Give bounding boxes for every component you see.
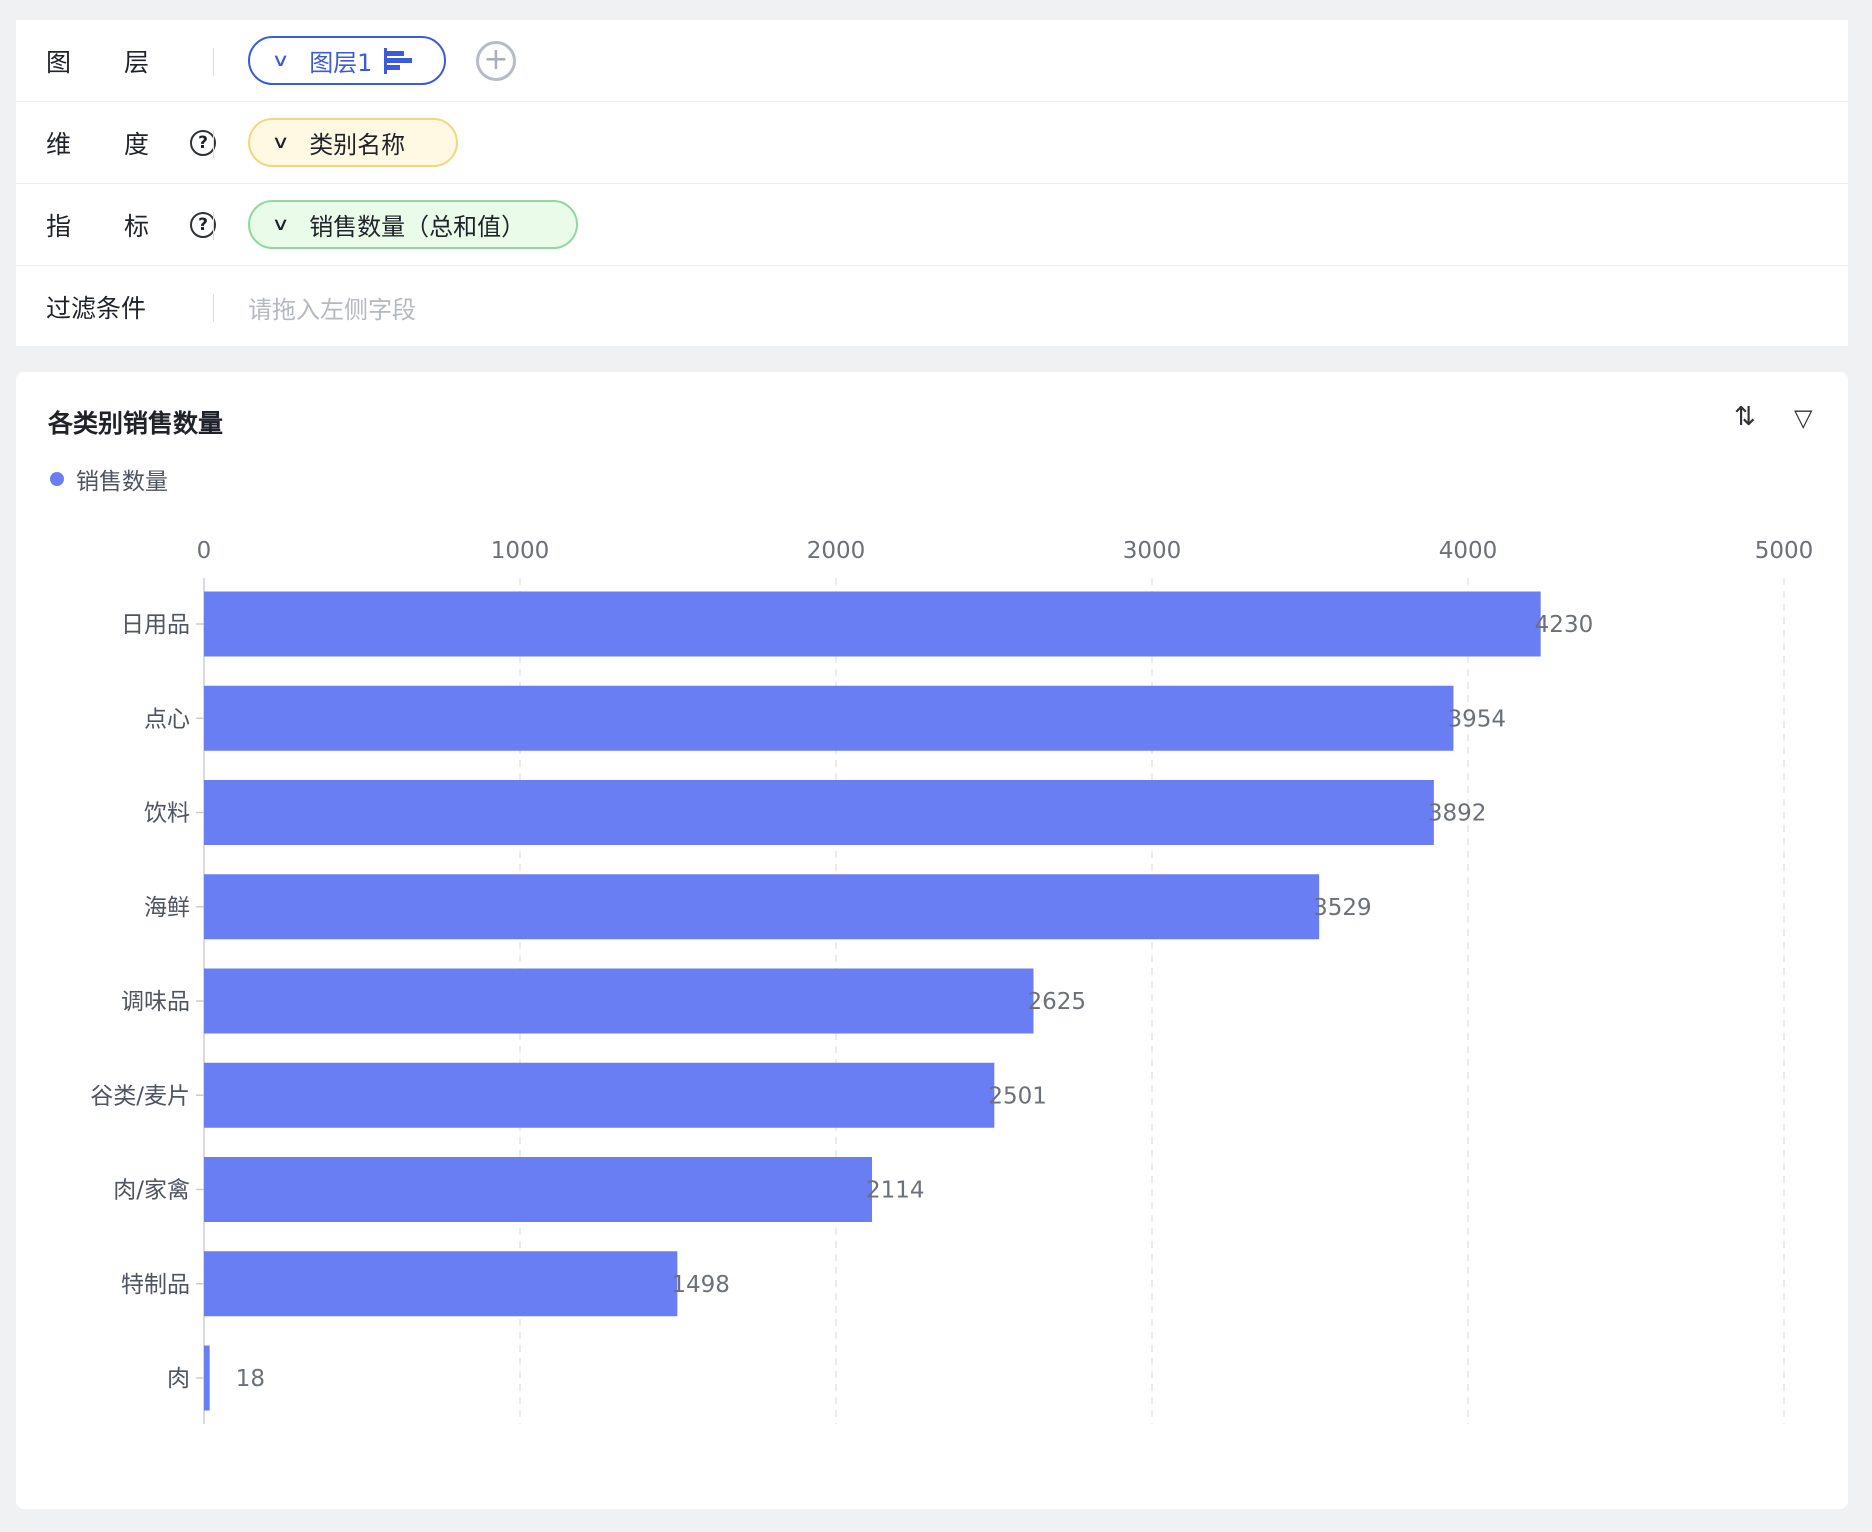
dimension-label-char-2: 度 [124, 130, 150, 159]
dimension-field-name: 类别名称 [309, 131, 406, 159]
filter-drop-zone[interactable]: 请拖入左侧字段 [248, 266, 416, 348]
dimension-label: 维 度 ? [46, 102, 216, 184]
filter-row: 过滤条件 请拖入左侧字段 [16, 266, 1848, 348]
category-label: 调味品 [121, 989, 190, 1015]
bar[interactable] [204, 591, 1541, 657]
metric-field-name: 销售数量（总和值） [309, 213, 526, 241]
data-label: 3529 [1313, 895, 1372, 921]
dimension-field-pill[interactable]: ∨ 类别名称 [248, 118, 458, 167]
data-label: 1498 [671, 1272, 730, 1298]
category-label: 肉/家禽 [113, 1178, 190, 1204]
data-label: 3954 [1447, 706, 1506, 732]
metric-label-char-2: 标 [124, 212, 150, 241]
bar[interactable] [204, 1062, 995, 1128]
category-label: 海鲜 [144, 895, 190, 921]
x-tick-label: 2000 [807, 538, 866, 564]
x-tick-label: 4000 [1439, 538, 1498, 564]
bar-chart: 0 1000 2000 3000 4000 5000 日用品 4230 点心 3954 饮料 3892… [90, 538, 1814, 1424]
layer-label-char-2: 层 [124, 48, 150, 77]
divider [213, 212, 214, 240]
add-layer-icon[interactable]: + [476, 41, 516, 81]
divider [213, 130, 214, 158]
x-tick-label: 3000 [1123, 538, 1182, 564]
bar[interactable] [204, 874, 1320, 940]
data-label: 18 [236, 1366, 265, 1392]
layer-row: 图 层 ∨ 图层1 + [16, 20, 1848, 102]
chart-card: 各类别销售数量 ⇅ ▽ 销售数量 0 1000 2000 3000 4000 5000 日用… [16, 372, 1848, 1509]
chevron-down-icon[interactable]: ∨ [271, 132, 289, 153]
divider [213, 294, 214, 322]
category-label: 饮料 [144, 801, 190, 827]
dimension-label-char-1: 维 [46, 130, 72, 159]
layer-label: 图 层 [46, 20, 206, 102]
x-tick-label: 1000 [491, 538, 550, 564]
bar[interactable] [204, 685, 1454, 751]
bar[interactable] [204, 1345, 210, 1411]
field-config-panel: 图 层 ∨ 图层1 + 维 度 ? ∨ 类别名称 指 标 ? ∨ 销售数量（总和… [16, 20, 1848, 346]
data-label: 2625 [1028, 989, 1087, 1015]
metric-label: 指 标 ? [46, 184, 216, 266]
category-label: 点心 [144, 706, 190, 732]
bar[interactable] [204, 968, 1034, 1034]
category-label: 谷类/麦片 [90, 1083, 190, 1109]
data-label: 2501 [988, 1083, 1047, 1109]
bar-chart-icon [384, 47, 414, 74]
divider [213, 48, 214, 76]
bar[interactable] [204, 1157, 873, 1222]
bar[interactable] [204, 1251, 678, 1317]
chevron-down-icon[interactable]: ∨ [271, 50, 289, 71]
x-tick-label: 5000 [1755, 538, 1814, 564]
metric-field-pill[interactable]: ∨ 销售数量（总和值） [248, 200, 578, 249]
category-label: 肉 [167, 1366, 190, 1392]
filter-label: 过滤条件 [46, 294, 147, 323]
category-label: 特制品 [121, 1272, 190, 1298]
layer-label-char-1: 图 [46, 48, 72, 77]
data-label: 3892 [1428, 801, 1487, 827]
dimension-row: 维 度 ? ∨ 类别名称 [16, 102, 1848, 184]
metric-label-char-1: 指 [46, 212, 72, 241]
layer-name: 图层1 [309, 49, 373, 77]
data-label: 4230 [1535, 612, 1594, 638]
bar[interactable] [204, 780, 1434, 845]
layer-selector[interactable]: ∨ 图层1 [248, 36, 446, 85]
category-label: 日用品 [121, 612, 190, 638]
x-tick-label: 0 [197, 538, 212, 564]
data-label: 2114 [866, 1178, 925, 1204]
metric-row: 指 标 ? ∨ 销售数量（总和值） [16, 184, 1848, 266]
chevron-down-icon[interactable]: ∨ [271, 214, 289, 235]
